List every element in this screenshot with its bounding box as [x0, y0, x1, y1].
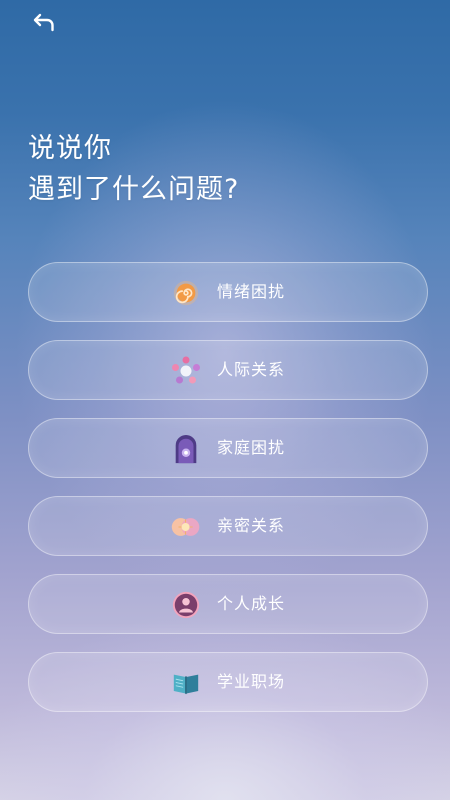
person-icon — [170, 589, 202, 621]
option-label: 个人成长 — [217, 594, 286, 613]
page-title-line-1: 说说你 — [28, 133, 112, 164]
back-arrow-icon — [31, 12, 57, 34]
page-title: 说说你 遇到了什么问题? — [28, 128, 239, 210]
people-ring-icon — [170, 355, 202, 387]
option-label: 学业职场 — [217, 672, 286, 691]
problem-category-list: 情绪困扰 人际关系 家庭困扰 亲密关系 个人成长 学业职场 — [28, 262, 428, 730]
back-button[interactable] — [27, 8, 61, 38]
option-label: 家庭困扰 — [217, 438, 286, 457]
option-family-troubles[interactable]: 家庭困扰 — [28, 418, 428, 478]
book-icon — [170, 667, 202, 699]
option-interpersonal-relations[interactable]: 人际关系 — [28, 340, 428, 400]
option-study-and-work[interactable]: 学业职场 — [28, 652, 428, 712]
door-icon — [170, 433, 202, 465]
page-title-line-2: 遇到了什么问题? — [28, 174, 240, 205]
swirl-icon — [170, 277, 202, 309]
option-personal-growth[interactable]: 个人成长 — [28, 574, 428, 634]
hearts-icon — [170, 511, 202, 543]
option-emotional-distress[interactable]: 情绪困扰 — [28, 262, 428, 322]
option-label: 亲密关系 — [217, 516, 286, 535]
option-intimate-relations[interactable]: 亲密关系 — [28, 496, 428, 556]
option-label: 情绪困扰 — [217, 282, 286, 301]
option-label: 人际关系 — [217, 360, 286, 379]
